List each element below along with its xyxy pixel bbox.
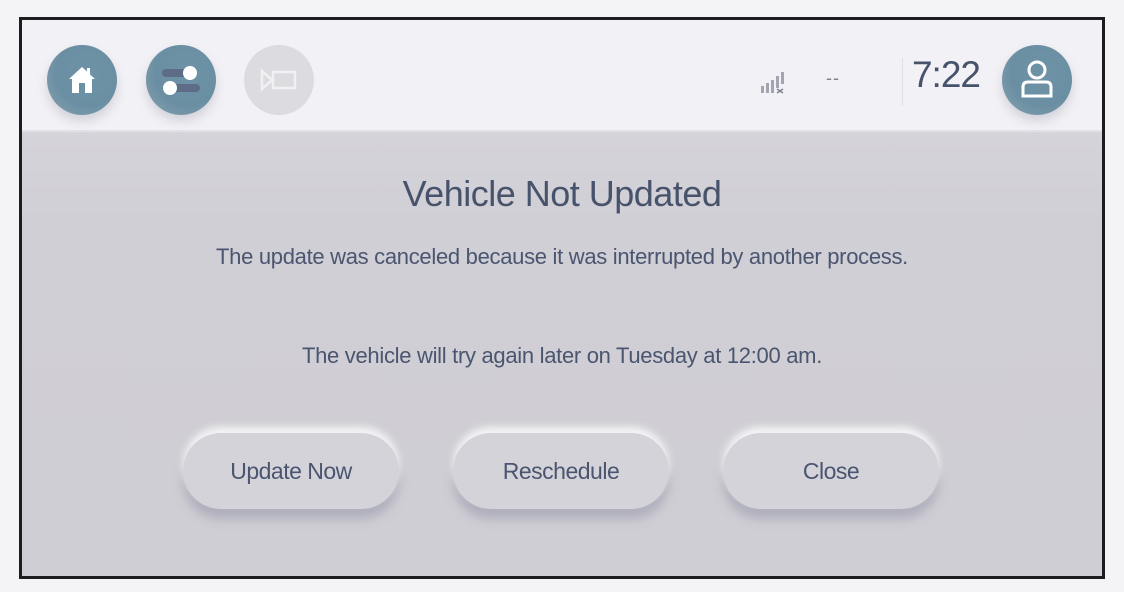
reschedule-button[interactable]: Reschedule bbox=[453, 433, 669, 509]
status-bar: -- 7:22 bbox=[22, 20, 1102, 132]
camera-icon bbox=[260, 68, 297, 92]
dialog-message: The update was canceled because it was i… bbox=[216, 244, 908, 269]
profile-icon bbox=[1021, 60, 1053, 98]
vehicle-settings-button[interactable] bbox=[146, 45, 216, 115]
clock: 7:22 bbox=[911, 54, 981, 95]
signal-no-service-icon bbox=[761, 72, 784, 94]
home-button[interactable] bbox=[47, 45, 117, 115]
update-now-button[interactable]: Update Now bbox=[183, 433, 399, 509]
temperature-readout: -- bbox=[826, 68, 840, 88]
camera-button[interactable] bbox=[244, 45, 314, 115]
toggle-settings-icon bbox=[162, 66, 200, 95]
profile-button[interactable] bbox=[1002, 45, 1072, 115]
close-button[interactable]: Close bbox=[723, 433, 939, 509]
home-icon bbox=[69, 67, 95, 93]
infotainment-screen: -- 7:22 Vehicle Not Updated The update w… bbox=[19, 17, 1105, 579]
schedule-message: The vehicle will try again later on Tues… bbox=[301, 343, 823, 368]
status-divider bbox=[902, 58, 903, 106]
dialog-title: Vehicle Not Updated bbox=[402, 173, 722, 214]
